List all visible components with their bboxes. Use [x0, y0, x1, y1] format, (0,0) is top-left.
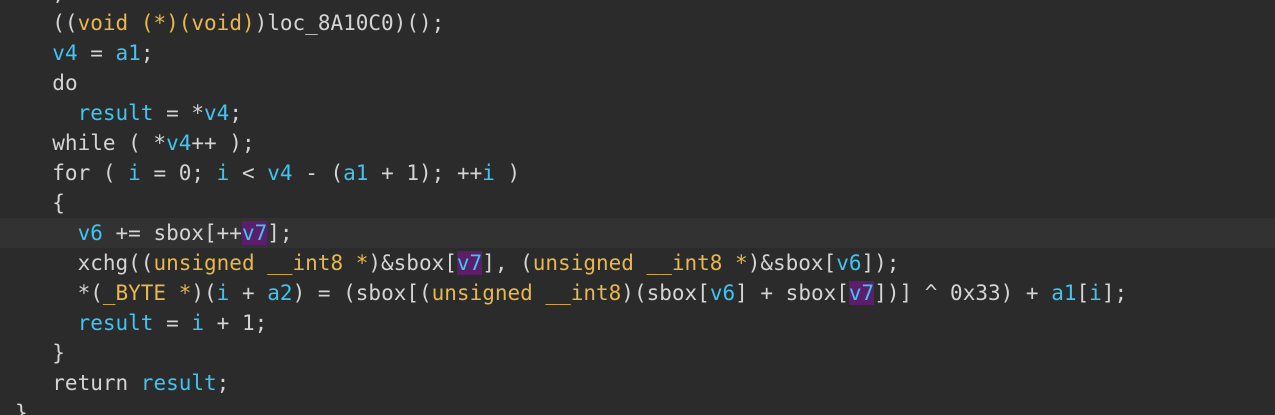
code-line-20[interactable]: 20 *(_BYTE *)(i + a2) = (sbox[(unsigned …	[0, 278, 1275, 308]
code-text: {	[27, 191, 65, 215]
code-line-partial: ;	[0, 0, 1275, 8]
code-line-16[interactable]: 16 for ( i = 0; i < v4 - (a1 + 1); ++i )	[0, 158, 1275, 188]
code-editor[interactable]: ; 11 ((void (*)(void))loc_8A10C0)(); 12 …	[0, 0, 1275, 415]
code-line-13[interactable]: 13 do	[0, 68, 1275, 98]
code-text: do	[52, 71, 78, 95]
code-line-15[interactable]: 15 while ( *v4++ );	[0, 128, 1275, 158]
code-text: result = i + 1;	[77, 311, 268, 335]
code-line-18-current[interactable]: 18 v6 += sbox[++v7];	[0, 218, 1275, 248]
code-text: }	[27, 341, 65, 365]
code-text: ;	[27, 0, 65, 8]
code-line-23[interactable]: 23 return result;	[0, 368, 1275, 398]
code-line-11[interactable]: 11 ((void (*)(void))loc_8A10C0)();	[0, 8, 1275, 38]
code-line-12[interactable]: 12 v4 = a1;	[0, 38, 1275, 68]
code-text: return result;	[27, 371, 230, 395]
code-text: ((void (*)(void))loc_8A10C0)();	[27, 11, 445, 35]
code-line-17[interactable]: 17 {	[0, 188, 1275, 218]
code-line-19[interactable]: 19 xchg((unsigned __int8 *)&sbox[v7], (u…	[0, 248, 1275, 278]
code-line-21[interactable]: 21 result = i + 1;	[0, 308, 1275, 338]
code-text: v4 = a1;	[52, 41, 154, 65]
code-line-22[interactable]: 22 }	[0, 338, 1275, 368]
code-line-14[interactable]: 14 result = *v4;	[0, 98, 1275, 128]
code-text: while ( *v4++ );	[27, 131, 255, 155]
code-text: result = *v4;	[77, 101, 242, 125]
code-text: for ( i = 0; i < v4 - (a1 + 1); ++i )	[27, 161, 521, 185]
code-line-24[interactable]: 24 }	[0, 398, 1275, 415]
code-text: v6 += sbox[++v7];	[77, 221, 293, 245]
code-text: *(_BYTE *)(i + a2) = (sbox[(unsigned __i…	[27, 281, 1128, 305]
code-text: }	[15, 401, 28, 415]
code-text: xchg((unsigned __int8 *)&sbox[v7], (unsi…	[27, 251, 900, 275]
